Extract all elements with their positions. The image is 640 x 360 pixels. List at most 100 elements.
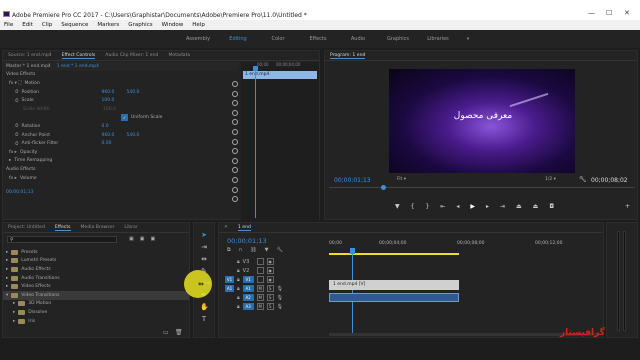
- source-patch-v1[interactable]: V1: [225, 276, 234, 283]
- wrench-icon[interactable]: 🔧︎: [579, 176, 587, 183]
- minimize-button[interactable]: —: [588, 9, 595, 17]
- tree-lumetri-presets[interactable]: Lumetri Presets: [21, 258, 56, 263]
- expand-icon[interactable]: ▸: [6, 258, 8, 263]
- expand-icon[interactable]: ▸: [6, 250, 8, 255]
- scale-value[interactable]: 100.0: [102, 98, 115, 103]
- new-bin-icon[interactable]: ▭: [163, 329, 169, 336]
- timeline-ruler[interactable]: 00;00 00;00;04;00 00;00;08;00 00;00;12;0…: [329, 237, 599, 251]
- collapse-icon[interactable]: ▾: [6, 293, 8, 298]
- solo-icon[interactable]: S: [266, 303, 274, 310]
- time-remap-expand-icon[interactable]: ▸: [9, 158, 11, 163]
- tab-project[interactable]: Project: Untitled: [8, 225, 45, 230]
- hand-tool-icon[interactable]: ✋: [200, 303, 209, 311]
- menu-markers[interactable]: Markers: [97, 22, 119, 28]
- menu-file[interactable]: File: [4, 22, 13, 28]
- tree-audio-effects[interactable]: Audio Effects: [21, 267, 51, 272]
- workspace-more-button[interactable]: »: [458, 36, 478, 42]
- audio-clip[interactable]: [329, 293, 459, 302]
- position-y-value[interactable]: 540.0: [127, 90, 140, 95]
- reset-icon[interactable]: [232, 119, 238, 126]
- expand-icon[interactable]: ▸: [13, 301, 15, 306]
- tree-iris[interactable]: Iris: [28, 319, 35, 324]
- stopwatch-icon[interactable]: ⏱: [15, 123, 19, 129]
- reset-icon[interactable]: [232, 157, 238, 164]
- tab-sequence[interactable]: 1 end: [237, 225, 251, 231]
- video-clip[interactable]: 1 end.mp4 [V]: [329, 280, 459, 290]
- stopwatch-icon[interactable]: ⏱: [15, 98, 19, 104]
- tree-video-transitions[interactable]: Video Transitions: [21, 293, 59, 298]
- lift-icon[interactable]: ⏏: [516, 203, 522, 210]
- step-back-icon[interactable]: ◂: [456, 203, 459, 210]
- extract-icon[interactable]: ⏏: [533, 203, 539, 210]
- goto-out-icon[interactable]: ⇥: [500, 203, 505, 210]
- workspace-assembly[interactable]: Assembly: [178, 36, 218, 42]
- master-clip-label[interactable]: Master * 1 end.mp4: [6, 64, 51, 69]
- mic-icon[interactable]: 🎙︎: [277, 304, 283, 310]
- tab-program[interactable]: Program: 1 end: [330, 53, 366, 59]
- mic-icon[interactable]: 🎙︎: [277, 286, 283, 292]
- sync-lock-icon[interactable]: [256, 276, 264, 283]
- program-playhead[interactable]: [381, 185, 386, 190]
- resolution-dropdown[interactable]: 1/2 ▾: [545, 177, 556, 182]
- tab-effects[interactable]: Effects: [54, 225, 71, 231]
- tree-dissolve[interactable]: Dissolve: [28, 310, 47, 315]
- camera-icon[interactable]: ◘: [549, 203, 554, 210]
- mute-icon[interactable]: M: [256, 294, 264, 301]
- eye-icon[interactable]: ◉: [266, 267, 274, 274]
- trash-icon[interactable]: 🗑︎: [175, 329, 183, 336]
- workspace-editing[interactable]: Editing: [218, 36, 258, 42]
- lock-icon[interactable]: 🔒︎: [237, 295, 240, 301]
- reset-icon[interactable]: [232, 167, 238, 174]
- position-x-value[interactable]: 960.0: [102, 90, 127, 95]
- fit-dropdown[interactable]: Fit ▾: [397, 177, 406, 182]
- reset-icon[interactable]: [232, 90, 238, 97]
- ec-playhead-handle[interactable]: [253, 66, 258, 71]
- rotation-value[interactable]: 0.0: [102, 124, 109, 129]
- track-label-v2[interactable]: V2: [243, 268, 254, 274]
- maximize-button[interactable]: ☐: [606, 9, 612, 17]
- eye-icon[interactable]: ◉: [266, 276, 274, 283]
- track-label-a1[interactable]: A1: [242, 285, 254, 292]
- ripple-edit-tool-icon[interactable]: ⇹: [200, 255, 208, 263]
- tree-3d-motion[interactable]: 3D Motion: [28, 301, 51, 306]
- workspace-color[interactable]: Color: [258, 36, 298, 42]
- expand-icon[interactable]: ▸: [6, 284, 8, 289]
- track-label-v1[interactable]: V1: [242, 276, 254, 283]
- anti-flicker-value[interactable]: 0.00: [102, 141, 112, 146]
- track-label-a2[interactable]: A2: [242, 294, 254, 301]
- menu-graphics[interactable]: Graphics: [128, 22, 152, 28]
- sequence-clip-label[interactable]: 1 end * 1 end.mp4: [57, 64, 99, 69]
- mic-icon[interactable]: 🎙︎: [277, 295, 283, 301]
- tree-video-effects[interactable]: Video Effects: [21, 284, 50, 289]
- timeline-settings-icon[interactable]: 🔧︎: [276, 247, 282, 253]
- lock-icon[interactable]: 🔒︎: [237, 259, 240, 265]
- tab-media-browser[interactable]: Media Browser: [81, 225, 115, 230]
- add-marker-icon[interactable]: ▼: [265, 247, 269, 253]
- effects-search-input[interactable]: ⚲: [7, 236, 117, 243]
- snap-icon[interactable]: ∩: [239, 247, 243, 253]
- timeline-scrollbar[interactable]: [329, 333, 599, 336]
- reset-icon[interactable]: [232, 186, 238, 193]
- close-button[interactable]: ✕: [624, 9, 630, 17]
- program-timecode[interactable]: 00;00;01;13: [334, 177, 371, 184]
- expand-icon[interactable]: ▸: [6, 276, 8, 281]
- source-patch-a1[interactable]: A1: [225, 285, 234, 292]
- menu-edit[interactable]: Edit: [22, 22, 33, 28]
- reset-icon[interactable]: [232, 196, 238, 203]
- tab-audio-clip-mixer[interactable]: Audio Clip Mixer: 1 end: [105, 53, 158, 58]
- menu-help[interactable]: Help: [192, 22, 205, 28]
- close-seq-icon[interactable]: ✕: [224, 225, 228, 230]
- work-area-bar[interactable]: [329, 253, 459, 255]
- workspace-libraries[interactable]: Libraries: [418, 36, 458, 42]
- eye-icon[interactable]: ◉: [266, 258, 274, 265]
- 32bit-filter-icon[interactable]: ▣: [140, 236, 145, 242]
- motion-fx-icon[interactable]: fx ▾ ⛶: [9, 80, 22, 86]
- lock-icon[interactable]: 🔒︎: [237, 304, 240, 310]
- lock-icon[interactable]: 🔒︎: [237, 268, 240, 274]
- menu-window[interactable]: Window: [162, 22, 184, 28]
- accelerated-filter-icon[interactable]: ▣: [129, 236, 134, 242]
- play-icon[interactable]: ▶: [470, 203, 475, 210]
- reset-icon[interactable]: [232, 81, 238, 87]
- mute-icon[interactable]: M: [256, 285, 264, 292]
- stopwatch-icon[interactable]: ⏱: [15, 141, 19, 147]
